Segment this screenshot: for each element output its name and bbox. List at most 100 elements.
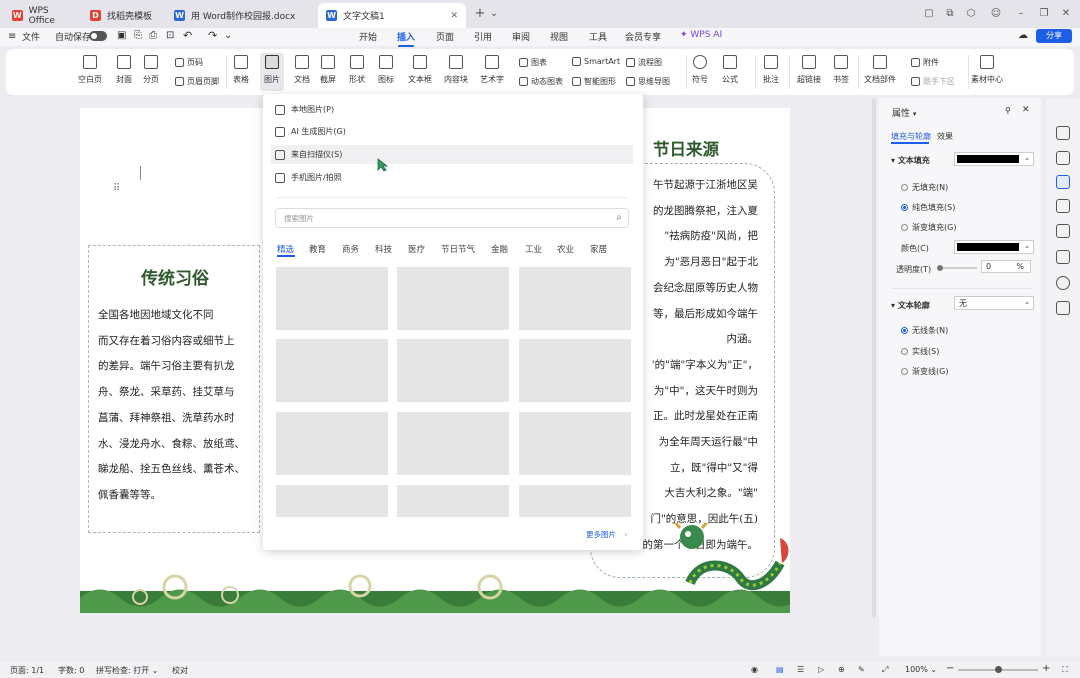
- save-icon[interactable]: ▣: [117, 30, 126, 41]
- text-outline-section[interactable]: ▾ 文本轮廓: [891, 300, 930, 311]
- tab-effects[interactable]: 效果: [937, 131, 953, 142]
- table-button[interactable]: 表格: [233, 53, 249, 85]
- phone-picture-item[interactable]: 手机图片/拍照: [271, 168, 633, 187]
- properties-icon[interactable]: [1056, 175, 1070, 189]
- picture-search-input[interactable]: 搜索图片 ⌕: [275, 208, 629, 228]
- proofread-button[interactable]: 校对: [172, 665, 188, 676]
- category-featured[interactable]: 精选: [277, 243, 294, 255]
- fill-color-dropdown[interactable]: ⌄: [954, 152, 1034, 166]
- header-footer-button[interactable]: 页眉页脚: [175, 76, 219, 87]
- tab-tools[interactable]: 工具: [589, 30, 607, 43]
- tab-fill-outline[interactable]: 填充与轮廓: [891, 131, 931, 142]
- more-icon[interactable]: ⌄: [224, 30, 232, 41]
- smartart-button[interactable]: SmartArt: [572, 57, 620, 66]
- zoom-slider-handle[interactable]: [995, 666, 1002, 673]
- picture-button[interactable]: 图片: [260, 53, 284, 91]
- redo-icon[interactable]: ↷: [208, 29, 217, 42]
- close-window-icon[interactable]: ✕: [1060, 8, 1072, 20]
- picture-thumbnail[interactable]: [519, 485, 631, 517]
- textbox-button[interactable]: 文本框: [408, 53, 432, 85]
- outline-view-icon[interactable]: ☰: [797, 665, 804, 674]
- transparency-slider[interactable]: [937, 265, 977, 271]
- library-icon[interactable]: [1056, 250, 1070, 264]
- smart-shape-button[interactable]: 智能图形: [572, 76, 616, 87]
- prev-next-button[interactable]: 题手下区: [911, 76, 955, 87]
- tab-insert[interactable]: 插入: [397, 30, 415, 47]
- cloud-icon[interactable]: ☁: [1018, 30, 1028, 41]
- more-pictures-link[interactable]: 更多图片 ›: [586, 529, 627, 540]
- material-center-button[interactable]: 素材中心: [971, 53, 1003, 85]
- fit-width-icon[interactable]: ⤢: [882, 665, 888, 675]
- tab-review[interactable]: 审阅: [512, 30, 530, 43]
- page-break-button[interactable]: 分页: [143, 53, 159, 85]
- cube-icon[interactable]: ⬡: [965, 8, 977, 20]
- category-business[interactable]: 商务: [342, 243, 359, 255]
- vertical-scrollbar[interactable]: [872, 98, 876, 618]
- picture-thumbnail[interactable]: [276, 267, 388, 330]
- screenshot-button[interactable]: 截屏: [320, 53, 336, 85]
- category-technology[interactable]: 科技: [375, 243, 392, 255]
- zoom-in-icon[interactable]: +: [1042, 663, 1050, 674]
- no-line-option[interactable]: 无线条(N): [901, 325, 948, 336]
- page-number-button[interactable]: 页码: [175, 57, 203, 68]
- undo-icon[interactable]: ↶: [183, 29, 192, 42]
- color-dropdown[interactable]: ⌄: [954, 240, 1034, 254]
- minimize-icon[interactable]: –: [1015, 8, 1027, 20]
- print-icon[interactable]: ⎙: [149, 30, 157, 41]
- text-fill-section[interactable]: ▾ 文本填充: [891, 155, 930, 166]
- picture-thumbnail[interactable]: [519, 412, 631, 475]
- close-panel-icon[interactable]: ✕: [1022, 105, 1030, 115]
- flowchart-button[interactable]: 流程图: [626, 57, 662, 68]
- hyperlink-button[interactable]: 超链接: [797, 53, 821, 85]
- document-button[interactable]: 文档: [294, 53, 310, 85]
- picture-thumbnail[interactable]: [276, 485, 388, 517]
- zoom-level[interactable]: 100% ⌄: [905, 665, 937, 674]
- category-industry[interactable]: 工业: [525, 243, 542, 255]
- spell-check-status[interactable]: 拼写检查: 打开 ⌄: [96, 665, 159, 676]
- drag-handle-icon[interactable]: ⠿: [113, 183, 120, 194]
- formula-button[interactable]: 公式: [722, 53, 738, 85]
- left-text-box[interactable]: 传统习俗 全国各地因地域文化不同 而又存在着习俗内容或细节上 的差异。端午习俗主要有…: [88, 245, 260, 533]
- tab-page[interactable]: 页面: [436, 30, 454, 43]
- wordart-button[interactable]: 艺术字: [480, 53, 504, 85]
- chevron-down-icon[interactable]: ▾: [913, 110, 917, 118]
- image-settings-icon[interactable]: [1056, 224, 1070, 238]
- shape-button[interactable]: 形状: [349, 53, 365, 85]
- share-button[interactable]: 分享: [1036, 29, 1072, 43]
- symbol-button[interactable]: 符号: [692, 53, 708, 85]
- category-education[interactable]: 教育: [309, 243, 326, 255]
- picture-thumbnail[interactable]: [519, 267, 631, 330]
- local-picture-item[interactable]: 本地图片(P): [271, 100, 633, 119]
- close-tab-icon[interactable]: ✕: [450, 11, 458, 21]
- fullscreen-icon[interactable]: ⛶: [1062, 665, 1068, 675]
- category-home[interactable]: 家居: [590, 243, 607, 255]
- export-icon[interactable]: ⎘: [134, 30, 142, 41]
- solid-line-option[interactable]: 实线(S): [901, 346, 939, 357]
- picture-thumbnail[interactable]: [397, 412, 509, 475]
- dynamic-chart-button[interactable]: 动态图表: [519, 76, 563, 87]
- ai-generate-picture-item[interactable]: AI 生成图片(G): [271, 122, 633, 141]
- icon-button[interactable]: 图标: [378, 53, 394, 85]
- gradient-line-option[interactable]: 渐变线(G): [901, 366, 948, 377]
- chart-button[interactable]: 图表: [519, 57, 547, 68]
- autosave-toggle[interactable]: [89, 31, 107, 41]
- category-medical[interactable]: 医疗: [408, 243, 425, 255]
- tab-list-chevron-icon[interactable]: ⌄: [488, 8, 500, 20]
- window-layout-icon[interactable]: ▢: [923, 8, 935, 20]
- tab-home[interactable]: 开始: [359, 30, 377, 43]
- tools-icon[interactable]: [1056, 199, 1070, 213]
- pen-icon[interactable]: [1056, 126, 1070, 140]
- search-icon[interactable]: ⌕: [616, 212, 622, 223]
- category-agriculture[interactable]: 农业: [557, 243, 574, 255]
- picture-thumbnail[interactable]: [519, 339, 631, 402]
- picture-thumbnail[interactable]: [397, 339, 509, 402]
- bookmark-button[interactable]: 书签: [833, 53, 849, 85]
- account-icon[interactable]: ☺: [990, 8, 1002, 20]
- gradient-fill-option[interactable]: 渐变填充(G): [901, 222, 956, 233]
- content-block-button[interactable]: 内容块: [444, 53, 468, 85]
- help-icon[interactable]: [1056, 276, 1070, 290]
- pointer-icon[interactable]: [1056, 151, 1070, 165]
- tab-wps-ai[interactable]: ✦ WPS AI: [680, 30, 722, 40]
- picture-thumbnail[interactable]: [276, 412, 388, 475]
- page-view-icon[interactable]: ▤: [776, 665, 784, 674]
